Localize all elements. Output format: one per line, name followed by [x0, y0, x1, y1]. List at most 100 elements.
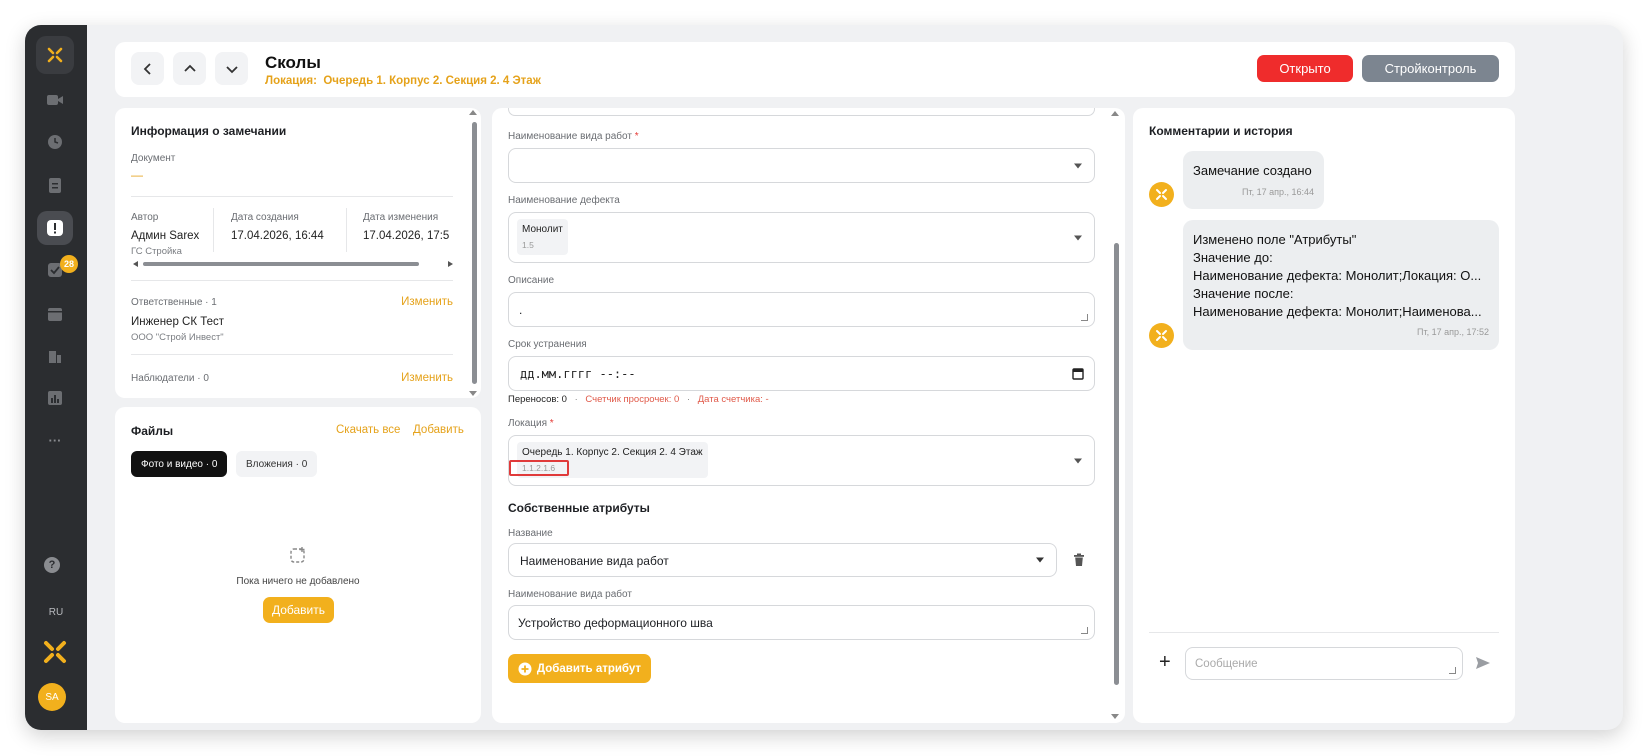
location-select[interactable]: Очередь 1. Корпус 2. Секция 2. 4 Этаж 1.… — [508, 435, 1095, 486]
resize-handle-icon[interactable] — [1449, 667, 1456, 674]
page-title: Сколы — [265, 53, 321, 72]
deadline-label: Срок устранения — [508, 339, 587, 350]
observers-label: Наблюдатели · 0 — [131, 373, 209, 384]
send-icon[interactable] — [1475, 656, 1491, 670]
responsible-name: Инженер СК Тест — [131, 316, 225, 328]
trash-icon[interactable] — [1073, 553, 1085, 567]
scroll-down-icon[interactable] — [1111, 714, 1119, 719]
files-heading: Файлы — [131, 424, 174, 438]
description-label: Описание — [508, 275, 555, 286]
reports-icon[interactable] — [37, 381, 73, 415]
status-button[interactable]: Открыто — [1257, 55, 1353, 82]
resize-handle-icon[interactable] — [1081, 627, 1088, 634]
comment-bubble: Изменено поле "Атрибуты" Значение до: На… — [1183, 220, 1499, 350]
deadline-input[interactable]: дд.мм.гггг --:-- — [508, 356, 1095, 391]
video-icon[interactable] — [37, 83, 73, 117]
prev-item-button[interactable] — [173, 52, 206, 85]
scroll-up-icon[interactable] — [1111, 111, 1119, 116]
attr-value-textarea[interactable]: Устройство деформационного шва — [508, 605, 1095, 640]
add-attribute-button[interactable]: Добавить атрибут — [508, 654, 651, 683]
divider — [131, 280, 453, 281]
app-logo-icon[interactable] — [36, 36, 74, 74]
brand-logo-icon — [37, 635, 73, 669]
deadline-placeholder: дд.мм.гггг --:-- — [520, 367, 636, 381]
counter-date: Дата счетчика: - — [697, 394, 769, 405]
scroll-left-icon[interactable] — [133, 261, 138, 267]
horizontal-scrollbar[interactable] — [133, 260, 453, 268]
help-icon[interactable]: ? — [44, 557, 60, 573]
defect-label: Наименование дефекта — [508, 195, 620, 206]
scroll-up-icon[interactable] — [469, 110, 477, 115]
divider — [131, 196, 453, 197]
comment-bubble: Замечание создано Пт, 17 апр., 16:44 — [1183, 151, 1324, 209]
sidebar: 28 ··· ? RU SA — [25, 25, 87, 730]
author-name: Админ Sarex — [131, 230, 200, 242]
counters-row: Переносов: 0 · Счетчик просрочек: 0 · Да… — [508, 394, 769, 405]
add-file-link[interactable]: Добавить — [413, 424, 464, 436]
back-button[interactable] — [131, 52, 164, 85]
role-button[interactable]: Стройконтроль — [1362, 55, 1499, 82]
divider — [1149, 632, 1499, 633]
remark-info-panel: Информация о замечании Документ — Автор … — [115, 108, 481, 398]
add-image-icon — [289, 546, 307, 569]
responsible-org: ООО "Строй Инвест" — [131, 332, 224, 343]
calendar-icon[interactable] — [37, 297, 73, 331]
comments-heading: Комментарии и история — [1149, 124, 1293, 138]
description-textarea[interactable]: . — [508, 292, 1095, 327]
attr-name-label: Название — [508, 528, 553, 539]
defect-code: 1.5 — [522, 240, 534, 250]
buildings-icon[interactable] — [37, 339, 73, 373]
comment-text: Изменено поле "Атрибуты" Значение до: На… — [1193, 232, 1482, 319]
tab-attachments[interactable]: Вложения · 0 — [236, 451, 318, 477]
comment-text: Замечание создано — [1193, 163, 1312, 178]
clock-icon[interactable] — [37, 125, 73, 159]
message-input[interactable]: Сообщение — [1185, 647, 1463, 680]
responsible-change-link[interactable]: Изменить — [401, 296, 453, 308]
language-switch[interactable]: RU — [25, 607, 87, 618]
document-icon[interactable] — [37, 168, 73, 202]
app-window: 28 ··· ? RU SA Сколы Локация: Очередь 1.… — [25, 25, 1623, 730]
chevron-down-icon — [225, 65, 238, 73]
document-value[interactable]: — — [131, 168, 143, 182]
download-all-link[interactable]: Скачать все — [336, 424, 400, 436]
comment-time: Пт, 17 апр., 17:52 — [1416, 327, 1489, 337]
plus-circle-icon — [518, 662, 532, 675]
modified-label: Дата изменения — [363, 212, 439, 223]
add-file-button[interactable]: Добавить — [263, 597, 334, 623]
attach-plus-icon[interactable]: + — [1159, 651, 1171, 674]
scroll-thumb[interactable] — [143, 262, 419, 266]
next-item-button[interactable] — [215, 52, 248, 85]
modified-value: 17.04.2026, 17:5 — [363, 230, 450, 242]
resize-handle-icon[interactable] — [1081, 314, 1088, 321]
page-header: Сколы Локация: Очередь 1. Корпус 2. Секц… — [115, 42, 1515, 97]
vertical-scrollbar[interactable] — [1114, 243, 1119, 685]
divider — [131, 354, 453, 355]
chevron-down-icon — [1074, 458, 1082, 463]
scroll-right-icon[interactable] — [448, 261, 453, 267]
more-icon[interactable]: ··· — [37, 423, 73, 457]
info-heading: Информация о замечании — [131, 124, 287, 138]
calendar-icon[interactable] — [1072, 367, 1084, 380]
scroll-down-icon[interactable] — [469, 391, 477, 396]
observers-change-link[interactable]: Изменить — [401, 372, 453, 384]
vertical-scrollbar[interactable] — [472, 122, 477, 384]
work-type-label: Наименование вида работ * — [508, 131, 639, 142]
highlight-box — [509, 460, 569, 476]
defect-value: Монолит — [522, 224, 563, 235]
chevron-left-icon — [143, 62, 151, 75]
defect-select[interactable]: Монолит 1.5 — [508, 212, 1095, 263]
chevron-down-icon — [1074, 235, 1082, 240]
previous-field-edge[interactable] — [508, 108, 1095, 116]
avatar[interactable]: SA — [38, 683, 66, 711]
responsible-label: Ответственные · 1 — [131, 297, 217, 308]
tab-photo-video[interactable]: Фото и видео · 0 — [131, 451, 228, 477]
work-type-select[interactable] — [508, 148, 1095, 183]
chevron-down-icon — [1074, 163, 1082, 168]
location-value[interactable]: Очередь 1. Корпус 2. Секция 2. 4 Этаж — [323, 75, 541, 87]
comment-time: Пт, 17 апр., 16:44 — [1241, 187, 1314, 197]
attr-name-select[interactable]: Наименование вида работ — [508, 543, 1057, 577]
remarks-icon[interactable] — [37, 211, 73, 245]
empty-state-text: Пока ничего не добавлено — [236, 576, 360, 587]
message-placeholder: Сообщение — [1195, 658, 1258, 670]
location-label: Локация: — [265, 75, 317, 87]
